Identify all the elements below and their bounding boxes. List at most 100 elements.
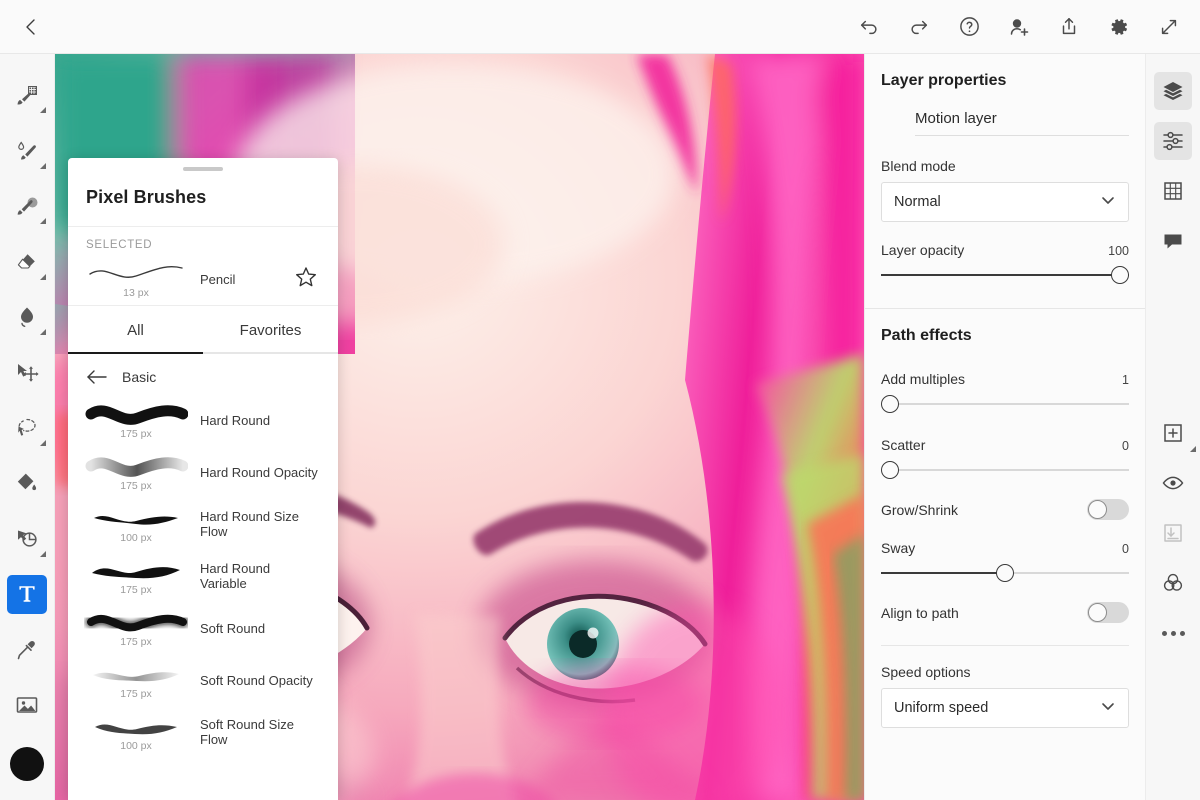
align-to-path-row: Align to path <box>881 586 1129 637</box>
align-to-path-label: Align to path <box>881 605 959 621</box>
pixel-brush-tool[interactable] <box>7 76 47 115</box>
motion-path-tool[interactable] <box>7 519 47 558</box>
brush-size-label: 100 px <box>82 740 190 752</box>
properties-panel: Layer properties Motion layer Blend mode… <box>864 54 1145 800</box>
layers-icon[interactable] <box>1154 72 1192 110</box>
text-tool[interactable] <box>7 575 47 614</box>
slider-knob[interactable] <box>881 395 899 413</box>
selected-brush-row[interactable]: 13 px Pencil <box>68 253 338 305</box>
slider-fill <box>881 572 1005 574</box>
grow-shrink-row: Grow/Shrink <box>881 483 1129 534</box>
toggle-knob <box>1088 500 1107 519</box>
sway-label: Sway <box>881 540 915 556</box>
top-bar <box>0 0 1200 54</box>
list-item[interactable]: 175 px Soft Round <box>68 602 338 654</box>
brush-name-label: Soft Round <box>190 621 320 636</box>
layer-opacity-row: Layer opacity 100 <box>881 222 1129 264</box>
add-layer-icon[interactable] <box>1154 414 1192 452</box>
brush-stroke-preview: 100 px <box>82 713 190 752</box>
brush-tabs: All Favorites <box>68 310 338 352</box>
help-icon[interactable] <box>952 10 986 44</box>
eye-icon[interactable] <box>1154 464 1192 502</box>
slider-knob[interactable] <box>996 564 1014 582</box>
tab-all[interactable]: All <box>68 310 203 352</box>
list-item[interactable]: 175 px Hard Round Opacity <box>68 446 338 498</box>
more-icon[interactable] <box>1154 614 1192 652</box>
scatter-slider[interactable] <box>881 459 1129 481</box>
eraser-tool[interactable] <box>7 242 47 281</box>
color-swatch-dot <box>10 747 44 781</box>
list-item[interactable]: 100 px Hard Round Size Flow <box>68 498 338 550</box>
eyedropper-tool[interactable] <box>7 630 47 669</box>
top-bar-left <box>14 10 48 44</box>
brush-name-label: Pencil <box>190 272 294 287</box>
lasso-select-tool[interactable] <box>7 408 47 447</box>
undo-icon[interactable] <box>852 10 886 44</box>
add-multiples-slider[interactable] <box>881 393 1129 415</box>
align-to-path-toggle[interactable] <box>1087 602 1129 623</box>
layer-opacity-slider[interactable] <box>881 264 1129 286</box>
flyout-indicator <box>40 274 46 280</box>
breadcrumb[interactable]: Basic <box>68 354 338 394</box>
tab-inactive-indicator <box>203 352 338 354</box>
sway-slider[interactable] <box>881 562 1129 584</box>
add-multiples-label: Add multiples <box>881 371 965 387</box>
slider-fill <box>881 274 1129 276</box>
back-icon[interactable] <box>14 10 48 44</box>
flyout-indicator <box>40 329 46 335</box>
brush-panel: Pixel Brushes SELECTED 13 px Pencil All … <box>68 158 338 800</box>
brush-name-label: Hard Round <box>190 413 320 428</box>
merge-down-icon[interactable] <box>1154 514 1192 552</box>
top-bar-actions <box>852 10 1186 44</box>
selected-section-label: SELECTED <box>68 227 338 253</box>
list-item: 100 px Soft Round Size Flow <box>68 706 338 758</box>
add-multiples-row: Add multiples 1 <box>881 351 1129 393</box>
smudge-tool[interactable] <box>7 298 47 337</box>
list-item[interactable]: 175 px Hard Round <box>68 394 338 446</box>
fullscreen-icon[interactable] <box>1152 10 1186 44</box>
image-tool[interactable] <box>7 685 47 724</box>
brush-size-label: 175 px <box>82 636 190 648</box>
brush-size-label: 175 px <box>82 688 190 700</box>
brush-stroke-preview: 175 px <box>82 661 190 700</box>
slider-track <box>881 469 1129 471</box>
fill-tool[interactable] <box>7 464 47 503</box>
add-user-icon[interactable] <box>1002 10 1036 44</box>
list-item: 175 px Soft Round Opacity <box>68 654 338 706</box>
brush-size-label: 175 px <box>82 480 190 492</box>
slider-track <box>881 403 1129 405</box>
blend-mode-select[interactable]: Normal <box>881 182 1129 222</box>
brush-name-label: Hard Round Size Flow <box>190 509 320 539</box>
chevron-down-icon <box>1100 192 1116 212</box>
grid-icon[interactable] <box>1154 172 1192 210</box>
flyout-indicator <box>40 107 46 113</box>
slider-knob[interactable] <box>1111 266 1129 284</box>
list-item[interactable]: 175 px Hard Round Variable <box>68 550 338 602</box>
speed-options-select[interactable]: Uniform speed <box>881 688 1129 728</box>
redo-icon[interactable] <box>902 10 936 44</box>
layer-properties-section: Layer properties Motion layer Blend mode… <box>865 54 1145 286</box>
add-multiples-value: 1 <box>1122 373 1129 387</box>
blend-icon[interactable] <box>1154 564 1192 602</box>
brush-stroke-preview: 100 px <box>82 505 190 544</box>
sway-row: Sway 0 <box>881 534 1129 562</box>
comment-icon[interactable] <box>1154 222 1192 260</box>
grow-shrink-toggle[interactable] <box>1087 499 1129 520</box>
brush-name-label: Soft Round Size Flow <box>190 717 320 747</box>
scatter-row: Scatter 0 <box>881 417 1129 459</box>
live-brush-tool[interactable] <box>7 131 47 170</box>
sliders-icon[interactable] <box>1154 122 1192 160</box>
divider <box>68 305 338 306</box>
settings-icon[interactable] <box>1102 10 1136 44</box>
transform-tool[interactable] <box>7 353 47 392</box>
blend-mode-value: Normal <box>894 194 941 210</box>
slider-knob[interactable] <box>881 461 899 479</box>
layer-name-field[interactable]: Motion layer <box>915 106 1129 136</box>
share-icon[interactable] <box>1052 10 1086 44</box>
tab-favorites[interactable]: Favorites <box>203 310 338 352</box>
favorite-star-icon[interactable] <box>294 265 320 294</box>
grow-shrink-label: Grow/Shrink <box>881 502 958 518</box>
right-icon-rail <box>1145 54 1200 800</box>
color-swatch[interactable] <box>7 745 47 784</box>
vector-brush-tool[interactable] <box>7 187 47 226</box>
